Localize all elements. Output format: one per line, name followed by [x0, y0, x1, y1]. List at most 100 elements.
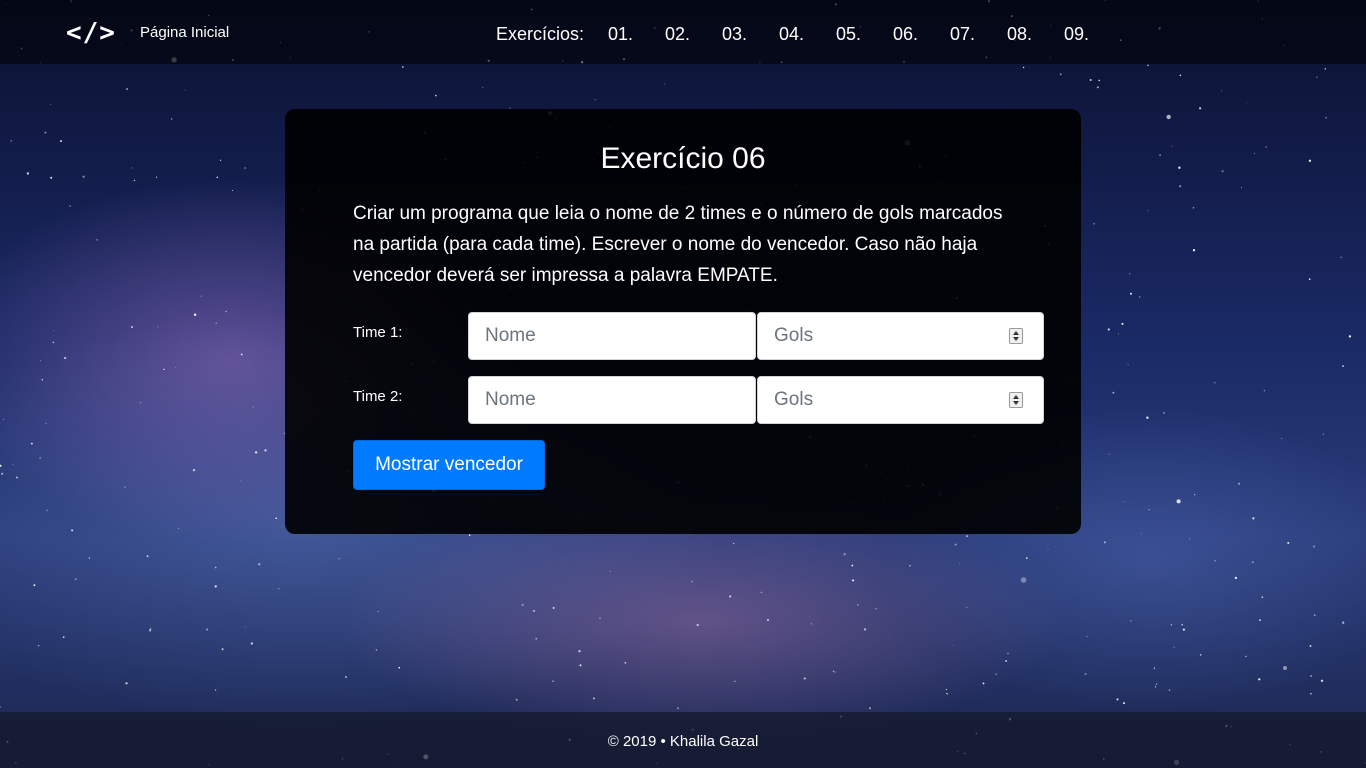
- star: [1325, 116, 1327, 119]
- star: [157, 326, 159, 328]
- star: [74, 578, 77, 581]
- star: [1005, 660, 1007, 662]
- star: [1112, 391, 1115, 394]
- star: [1194, 494, 1196, 496]
- team1-goals-input[interactable]: [757, 312, 1044, 360]
- star: [1308, 278, 1311, 281]
- spinner-down-icon[interactable]: [1013, 401, 1019, 405]
- star: [125, 682, 128, 685]
- star: [254, 451, 258, 454]
- star: [521, 603, 524, 607]
- spinner-up-icon[interactable]: [1013, 331, 1019, 335]
- star: [729, 595, 732, 598]
- exercise-link-09[interactable]: 09.: [1064, 24, 1121, 45]
- star: [945, 688, 947, 691]
- star: [1265, 146, 1268, 148]
- star: [1147, 64, 1149, 67]
- star: [952, 645, 954, 647]
- star: [240, 480, 242, 482]
- star: [1199, 107, 1202, 110]
- star: [1221, 90, 1222, 92]
- star: [1127, 364, 1129, 366]
- star: [244, 626, 246, 628]
- star: [946, 693, 948, 695]
- star: [1059, 73, 1062, 76]
- star: [966, 535, 968, 538]
- star: [214, 566, 217, 569]
- star: [1316, 76, 1318, 79]
- star: [691, 580, 694, 583]
- code-logo-icon[interactable]: </>: [66, 18, 116, 48]
- exercise-card: Exercício 06 Criar um programa que leia …: [285, 109, 1081, 534]
- star: [1047, 549, 1049, 551]
- star: [214, 689, 217, 691]
- star: [767, 619, 769, 621]
- exercise-link-04[interactable]: 04.: [779, 24, 836, 45]
- star: [1, 472, 4, 475]
- star: [954, 543, 957, 546]
- star: [44, 131, 47, 134]
- star: [592, 697, 595, 700]
- star: [345, 676, 347, 678]
- star: [664, 83, 666, 85]
- star: [1261, 596, 1264, 598]
- star: [1179, 74, 1182, 77]
- star: [1123, 501, 1125, 503]
- star: [175, 367, 177, 368]
- team2-name-input[interactable]: [468, 376, 756, 424]
- star: [1258, 678, 1261, 681]
- team2-goals-spinner[interactable]: [1009, 392, 1023, 408]
- star: [131, 167, 133, 169]
- exercise-link-03[interactable]: 03.: [722, 24, 779, 45]
- star: [482, 86, 484, 89]
- star: [82, 175, 85, 178]
- star: [1342, 621, 1345, 624]
- star: [1116, 698, 1119, 701]
- team2-goals-input[interactable]: [757, 376, 1044, 424]
- star: [515, 698, 518, 701]
- star: [225, 310, 227, 313]
- team1-name-input[interactable]: [468, 312, 756, 360]
- star: [69, 205, 71, 207]
- team1-row: Time 1:: [353, 312, 1044, 360]
- star: [1188, 538, 1190, 540]
- spinner-up-icon[interactable]: [1013, 395, 1019, 399]
- exercise-link-06[interactable]: 06.: [893, 24, 950, 45]
- star: [206, 628, 209, 631]
- star: [215, 322, 217, 324]
- star: [216, 176, 219, 179]
- home-link[interactable]: Página Inicial: [140, 24, 229, 42]
- spinner-down-icon[interactable]: [1013, 337, 1019, 341]
- team1-goals-spinner[interactable]: [1009, 328, 1023, 344]
- star: [468, 534, 471, 536]
- star: [1313, 614, 1316, 616]
- star: [594, 99, 596, 101]
- star: [1147, 210, 1149, 212]
- star: [578, 649, 581, 653]
- star: [1245, 655, 1247, 658]
- star: [1130, 620, 1132, 622]
- star: [1025, 557, 1028, 560]
- exercise-link-01[interactable]: 01.: [608, 24, 665, 45]
- star: [733, 542, 735, 545]
- star: [1146, 416, 1149, 419]
- star: [375, 649, 378, 651]
- star: [163, 368, 165, 371]
- exercise-link-05[interactable]: 05.: [836, 24, 893, 45]
- star: [1107, 328, 1110, 331]
- star: [1251, 561, 1254, 564]
- star: [1308, 159, 1312, 162]
- star: [62, 636, 65, 638]
- star: [1168, 689, 1171, 691]
- star: [1020, 577, 1027, 583]
- star: [1214, 559, 1217, 562]
- show-winner-button[interactable]: Mostrar vencedor: [353, 440, 545, 490]
- star: [966, 606, 968, 608]
- exercise-link-08[interactable]: 08.: [1007, 24, 1064, 45]
- star: [60, 140, 62, 143]
- star: [1154, 686, 1157, 688]
- exercise-link-07[interactable]: 07.: [950, 24, 1007, 45]
- exercise-link-02[interactable]: 02.: [665, 24, 722, 45]
- star: [982, 682, 985, 685]
- star: [1170, 624, 1173, 626]
